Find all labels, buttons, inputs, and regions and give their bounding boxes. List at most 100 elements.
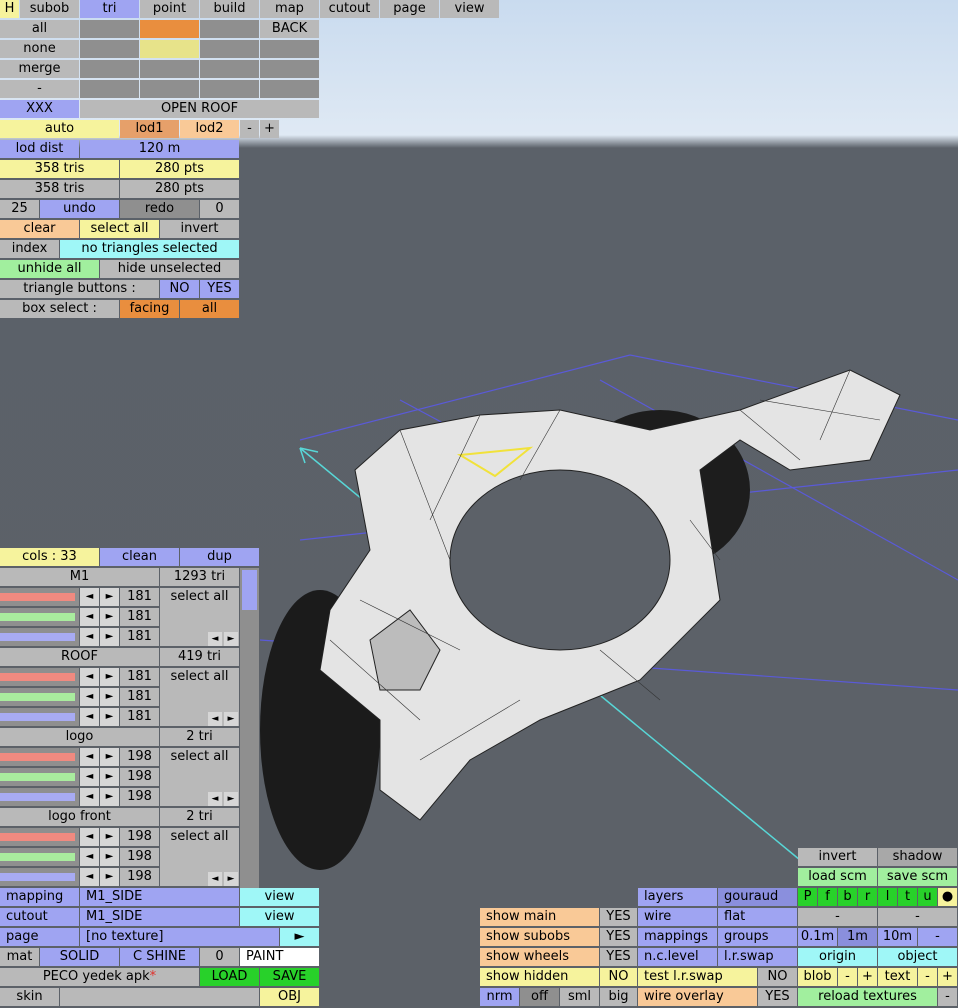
load-scm-button[interactable]: load scm [798,868,877,886]
slot-button[interactable] [200,40,259,58]
color-slider[interactable] [0,588,79,606]
flat-button[interactable]: flat [718,908,797,926]
obj-button[interactable]: OBJ [260,988,319,1006]
arrow-right-icon[interactable]: ► [100,628,119,646]
cutout-value[interactable]: M1_SIDE [80,908,239,926]
lod-auto-button[interactable]: auto [0,120,119,138]
clean-button[interactable]: clean [100,548,179,566]
file-name[interactable]: PECO yedek apk* [0,968,199,986]
arrow-left-icon[interactable]: ◄ [80,868,99,886]
step-1m-button[interactable]: 1m [838,928,877,946]
color-slider[interactable] [0,848,79,866]
dash-button[interactable]: - [0,80,79,98]
arrow-left-icon[interactable]: ◄ [208,632,222,646]
save-scm-button[interactable]: save scm [878,868,957,886]
blob-minus-button[interactable]: - [838,968,857,986]
lod-minus-button[interactable]: - [240,120,259,138]
view-letter-t[interactable]: t [898,888,917,906]
tab-tri[interactable]: tri [80,0,139,18]
color-slider[interactable] [0,708,79,726]
tab-point[interactable]: point [140,0,199,18]
show-main-toggle[interactable]: show main [480,908,599,926]
step-10m-button[interactable]: 10m [878,928,917,946]
arrow-left-icon[interactable]: ◄ [80,668,99,686]
test-lrswap-value[interactable]: NO [758,968,797,986]
text-button[interactable]: text [878,968,917,986]
view-letter-b[interactable]: b [838,888,857,906]
triangle-buttons-no[interactable]: NO [160,280,199,298]
slot-button[interactable] [80,20,139,38]
view-letter-p[interactable]: P [798,888,817,906]
mapping-view-button[interactable]: view [240,888,319,906]
blob-plus-button[interactable]: + [858,968,877,986]
page-value[interactable]: [no texture] [80,928,279,946]
invert-button[interactable]: invert [160,220,239,238]
arrow-right-icon[interactable]: ► [224,872,238,886]
slot-button[interactable] [80,40,139,58]
gouraud-button[interactable]: gouraud [718,888,797,906]
paint-button[interactable]: PAINT [240,948,319,966]
color-slider[interactable] [0,828,79,846]
slot-button[interactable] [80,80,139,98]
color-slider[interactable] [0,668,79,686]
arrow-right-icon[interactable]: ► [100,788,119,806]
show-main-value[interactable]: YES [600,908,637,926]
size-sml-button[interactable]: sml [560,988,599,1006]
index-button[interactable]: index [0,240,59,258]
size-nrm-button[interactable]: nrm [480,988,519,1006]
load-button[interactable]: LOAD [200,968,259,986]
lod-plus-button[interactable]: + [260,120,279,138]
box-select-facing[interactable]: facing [120,300,179,318]
hide-unselected-button[interactable]: hide unselected [100,260,239,278]
arrow-right-icon[interactable]: ► [100,608,119,626]
wire-button[interactable]: wire [638,908,717,926]
show-wheels-toggle[interactable]: show wheels [480,948,599,966]
cshine-button[interactable]: C SHINE [120,948,199,966]
color-slider[interactable] [0,628,79,646]
object-button[interactable]: object [878,948,957,966]
view-letter-f[interactable]: f [818,888,837,906]
solid-button[interactable]: SOLID [40,948,119,966]
arrow-left-icon[interactable]: ◄ [80,828,99,846]
reload-minus-button[interactable]: - [938,988,957,1006]
arrow-right-icon[interactable]: ► [100,828,119,846]
slot-button[interactable] [80,60,139,78]
color-slider[interactable] [0,608,79,626]
arrow-right-icon[interactable]: ► [100,848,119,866]
arrow-left-icon[interactable]: ◄ [80,708,99,726]
lod-dist-value[interactable]: 120 m [80,140,239,158]
show-hidden-toggle[interactable]: show hidden [480,968,599,986]
arrow-right-icon[interactable]: ► [100,588,119,606]
wire-overlay-button[interactable]: wire overlay [638,988,757,1006]
view-letter-l[interactable]: l [878,888,897,906]
undo-button[interactable]: undo [40,200,119,218]
text-minus-button[interactable]: - [918,968,937,986]
color-slider[interactable] [0,768,79,786]
mapping-value[interactable]: M1_SIDE [80,888,239,906]
reload-textures-button[interactable]: reload textures [798,988,937,1006]
show-wheels-value[interactable]: YES [600,948,637,966]
tab-page[interactable]: page [380,0,439,18]
back-button[interactable]: BACK [260,20,319,38]
select-all-button[interactable]: all [0,20,79,38]
lod1-button[interactable]: lod1 [120,120,179,138]
material-name[interactable]: logo [0,728,159,746]
show-subobs-value[interactable]: YES [600,928,637,946]
arrow-left-icon[interactable]: ◄ [80,848,99,866]
arrow-left-icon[interactable]: ◄ [208,792,222,806]
tab-h[interactable]: H [0,0,19,18]
tab-view[interactable]: view [440,0,499,18]
groups-button[interactable]: groups [718,928,797,946]
tab-subob[interactable]: subob [20,0,79,18]
arrow-left-icon[interactable]: ◄ [80,788,99,806]
scrollbar-thumb[interactable] [242,570,257,610]
material-name[interactable]: ROOF [0,648,159,666]
subobject-name[interactable]: OPEN ROOF [80,100,319,118]
arrow-right-icon[interactable]: ► [100,668,119,686]
arrow-left-icon[interactable]: ◄ [80,608,99,626]
slot-button[interactable] [140,60,199,78]
arrow-right-icon[interactable]: ► [100,708,119,726]
test-lrswap-button[interactable]: test l.r.swap [638,968,757,986]
tab-cutout[interactable]: cutout [320,0,379,18]
view-letter-r[interactable]: r [858,888,877,906]
